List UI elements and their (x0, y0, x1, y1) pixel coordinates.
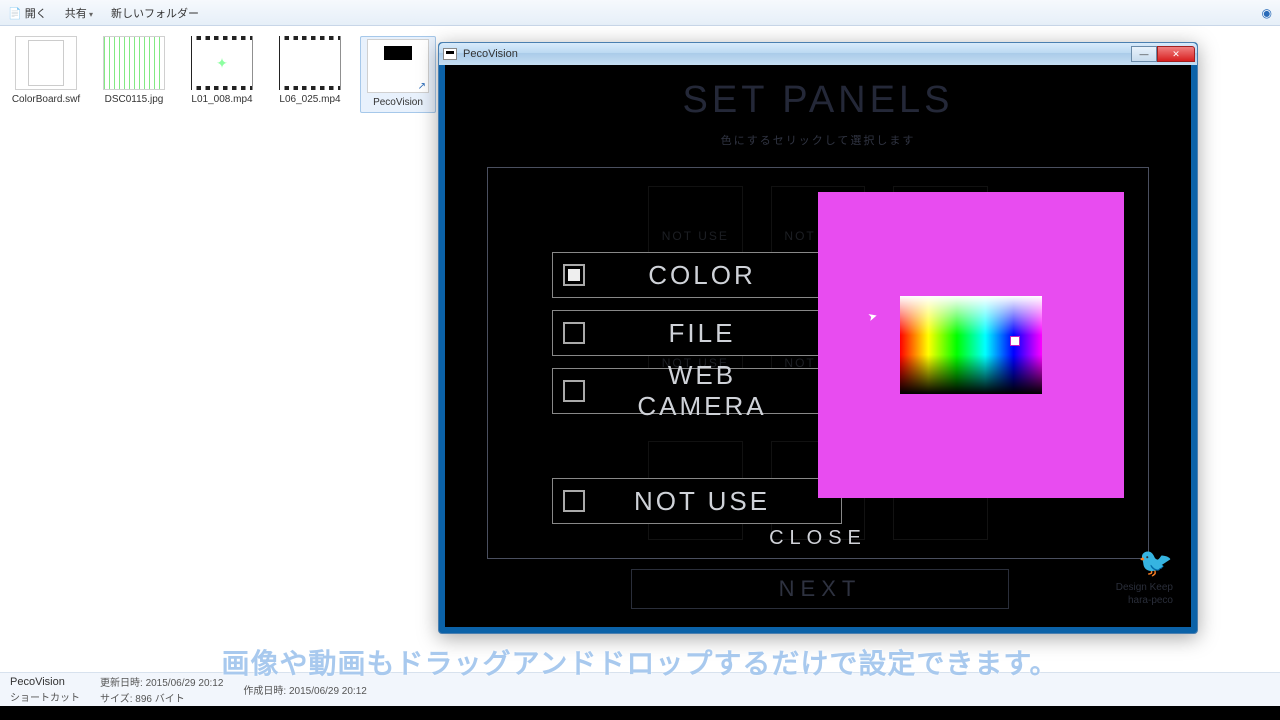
bird-icon: 🐦 (1116, 545, 1173, 581)
app-window: PecoVision ― ✕ SET PANELS 色にするセリックして選択しま… (438, 42, 1198, 634)
title-bar[interactable]: PecoVision ― ✕ (439, 43, 1197, 65)
checkbox-icon (563, 322, 585, 344)
file-label: DSC0115.jpg (105, 94, 164, 105)
checkbox-icon (563, 264, 585, 286)
file-label: PecoVision (373, 97, 423, 108)
next-button[interactable]: NEXT (631, 569, 1009, 609)
color-picker[interactable] (900, 296, 1042, 394)
toolbar-open[interactable]: 📄 開く (8, 5, 47, 21)
file-label: ColorBoard.swf (12, 94, 80, 105)
file-item[interactable]: L01_008.mp4 (184, 36, 260, 113)
file-item[interactable]: DSC0115.jpg (96, 36, 172, 113)
toolbar-share[interactable]: 共有 (65, 5, 93, 21)
toolbar-newfolder[interactable]: 新しいフォルダー (111, 5, 199, 21)
file-thumb (191, 36, 253, 90)
option-file[interactable]: FILE (552, 310, 842, 356)
help-icon[interactable]: ◉ (1262, 6, 1272, 20)
file-thumb (15, 36, 77, 90)
file-thumb (367, 39, 429, 93)
page-subtitle: 色にするセリックして選択します (445, 132, 1191, 148)
color-preview (818, 192, 1124, 498)
file-thumb (279, 36, 341, 90)
logo: 🐦 Design Keep hara-peco (1116, 545, 1173, 607)
option-webcamera[interactable]: WEB CAMERA (552, 368, 842, 414)
minimize-button[interactable]: ― (1131, 46, 1157, 62)
explorer-toolbar: 📄 開く 共有 新しいフォルダー ◉ (0, 0, 1280, 26)
page-title: SET PANELS (445, 79, 1191, 122)
file-item[interactable]: L06_025.mp4 (272, 36, 348, 113)
checkbox-icon (563, 490, 585, 512)
option-color[interactable]: COLOR (552, 252, 842, 298)
app-icon (443, 48, 457, 60)
status-type: ショートカット (10, 689, 80, 704)
color-picker-handle[interactable] (1010, 336, 1020, 346)
window-title: PecoVision (463, 48, 518, 60)
video-subtitle: 画像や動画もドラッグアンドドロップするだけで設定できます。 (0, 642, 1280, 682)
file-label: L06_025.mp4 (279, 94, 340, 105)
close-button[interactable]: ✕ (1157, 46, 1195, 62)
option-notuse[interactable]: NOT USE (552, 478, 842, 524)
checkbox-icon (563, 380, 585, 402)
close-panel-button[interactable]: CLOSE (488, 527, 1148, 550)
file-item[interactable]: ColorBoard.swf (8, 36, 84, 113)
file-label: L01_008.mp4 (191, 94, 252, 105)
panel-frame: NOT USE NOT USE NOT USE NOT USE NOT USE … (487, 167, 1149, 559)
file-thumb (103, 36, 165, 90)
file-item-selected[interactable]: PecoVision (360, 36, 436, 113)
